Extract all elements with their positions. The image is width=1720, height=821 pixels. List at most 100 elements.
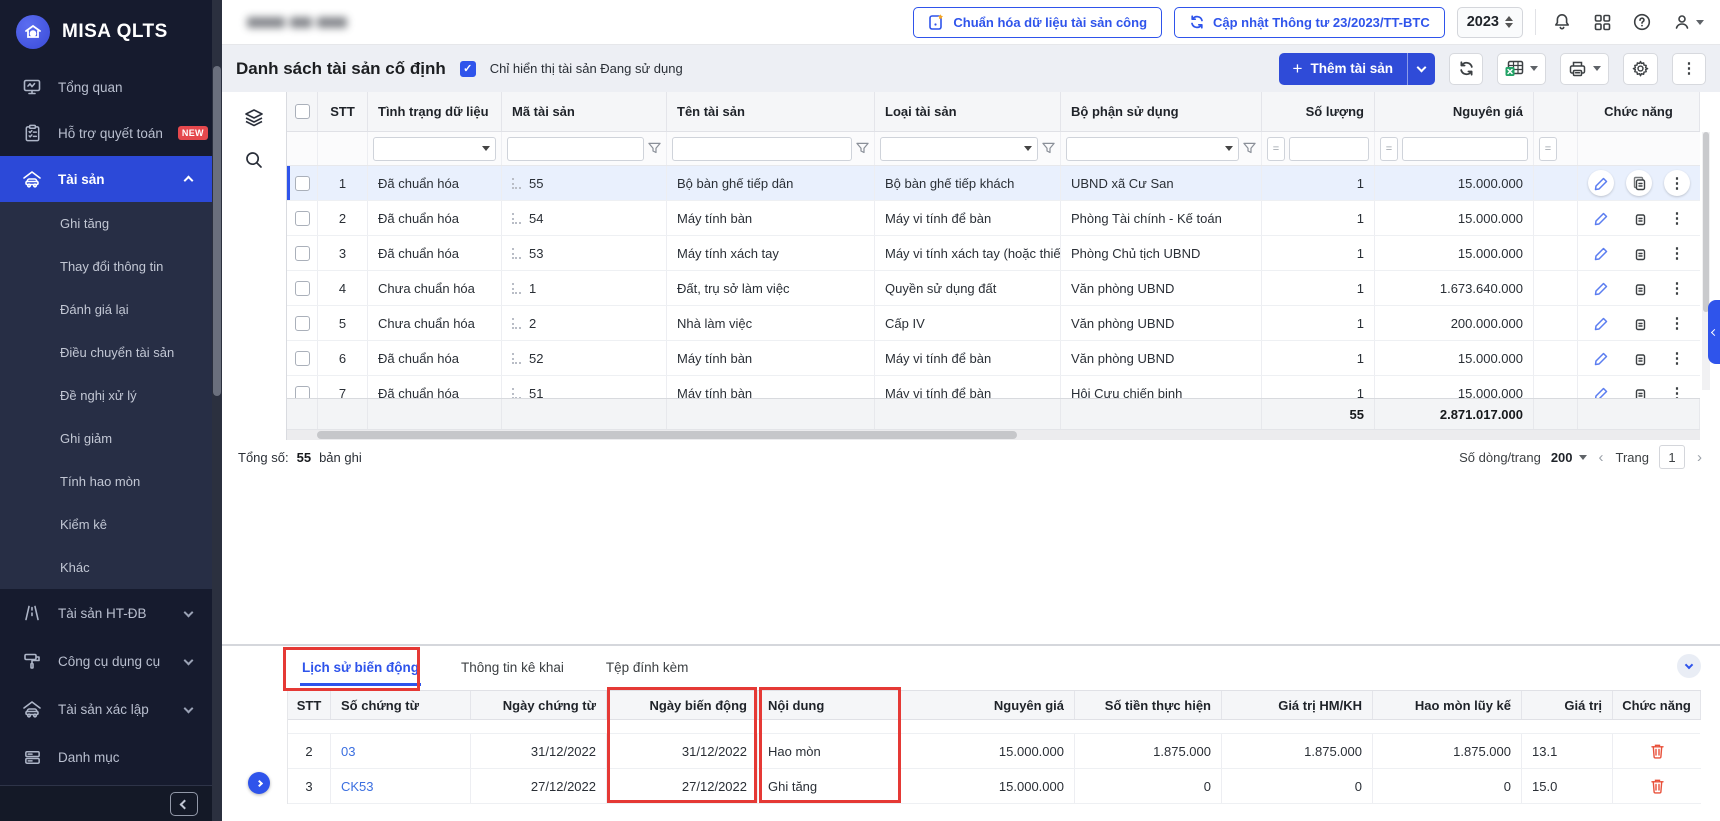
table-row[interactable]: 2 Đã chuẩn hóa 54 Máy tính bàn Máy vi tí… bbox=[287, 201, 1700, 236]
edit-button[interactable] bbox=[1588, 310, 1614, 336]
filter-dept-select[interactable] bbox=[1066, 137, 1239, 161]
duplicate-button[interactable] bbox=[1626, 240, 1652, 266]
notifications-button[interactable] bbox=[1548, 8, 1576, 36]
filter-name-input[interactable] bbox=[672, 137, 852, 161]
equals-operator[interactable]: = bbox=[1380, 137, 1398, 161]
sidebar-collapse-button[interactable] bbox=[170, 792, 198, 816]
col-cost[interactable]: Nguyên giá bbox=[1375, 92, 1534, 131]
settings-button[interactable] bbox=[1623, 53, 1658, 85]
add-asset-button[interactable]: +Thêm tài sản bbox=[1279, 53, 1435, 85]
document-link[interactable]: 03 bbox=[341, 744, 355, 759]
equals-operator[interactable]: = bbox=[1267, 137, 1285, 161]
row-checkbox[interactable] bbox=[287, 201, 318, 235]
table-row[interactable]: 7 Đã chuẩn hóa 51 Máy tính bàn Máy vi tí… bbox=[287, 376, 1700, 398]
table-row[interactable]: 5 Chưa chuẩn hóa 2 Nhà làm việc Cấp IV V… bbox=[287, 306, 1700, 341]
apps-button[interactable] bbox=[1588, 8, 1616, 36]
funnel-icon[interactable] bbox=[856, 142, 869, 155]
sidebar-scrollbar[interactable] bbox=[212, 0, 222, 821]
table-row[interactable]: 1 Đã chuẩn hóa 55 Bộ bàn ghế tiếp dân Bộ… bbox=[287, 166, 1700, 201]
side-panel-handle[interactable] bbox=[1708, 300, 1720, 364]
submenu-item-khac[interactable]: Khác bbox=[0, 546, 212, 589]
sidebar-item-danh-muc[interactable]: Danh mục bbox=[0, 733, 212, 781]
row-checkbox[interactable] bbox=[287, 376, 318, 398]
edit-button[interactable] bbox=[1588, 170, 1614, 196]
submenu-item-ghi-giam[interactable]: Ghi giảm bbox=[0, 417, 212, 460]
submenu-item-de-nghi-xu-ly[interactable]: Đề nghị xử lý bbox=[0, 374, 212, 417]
equals-operator[interactable]: = bbox=[1539, 137, 1557, 161]
select-all-checkbox[interactable] bbox=[287, 92, 318, 131]
row-menu-button[interactable]: ⋮ bbox=[1664, 345, 1690, 371]
col-type[interactable]: Loại tài sản bbox=[875, 92, 1061, 131]
sidebar-item-ho-tro-quyet-toan[interactable]: Hỗ trợ quyết toán NEW bbox=[0, 110, 212, 156]
funnel-icon[interactable] bbox=[1042, 142, 1055, 155]
next-page-button[interactable]: › bbox=[1695, 449, 1704, 466]
document-link[interactable]: CK53 bbox=[341, 779, 374, 794]
row-checkbox[interactable] bbox=[287, 166, 318, 200]
sidebar-item-tai-san[interactable]: Tài sản bbox=[0, 156, 212, 202]
col-dept[interactable]: Bộ phận sử dụng bbox=[1061, 92, 1262, 131]
col-qty[interactable]: Số lượng bbox=[1262, 92, 1375, 131]
per-page-select[interactable]: 200 bbox=[1551, 450, 1587, 465]
submenu-item-ghi-tang[interactable]: Ghi tăng bbox=[0, 202, 212, 245]
prev-page-button[interactable]: ‹ bbox=[1597, 449, 1606, 466]
filter-code-input[interactable] bbox=[507, 137, 644, 161]
grid-search-button[interactable] bbox=[240, 146, 268, 174]
update-circular-button[interactable]: Cập nhật Thông tư 23/2023/TT-BTC bbox=[1174, 7, 1445, 38]
row-menu-button[interactable]: ⋮ bbox=[1664, 310, 1690, 336]
tab-thong-tin-ke-khai[interactable]: Thông tin kê khai bbox=[459, 649, 566, 686]
sidebar-item-tai-san-ht-db[interactable]: Tài sản HT-ĐB bbox=[0, 589, 212, 637]
col-name[interactable]: Tên tài sản bbox=[667, 92, 875, 131]
delete-button[interactable] bbox=[1650, 743, 1665, 759]
table-row[interactable]: 4 Chưa chuẩn hóa 1 Đất, trụ sở làm việc … bbox=[287, 271, 1700, 306]
edit-button[interactable] bbox=[1588, 275, 1614, 301]
normalize-data-button[interactable]: Chuẩn hóa dữ liệu tài sản công bbox=[913, 7, 1162, 38]
col-code[interactable]: Mã tài sản bbox=[502, 92, 667, 131]
edit-button[interactable] bbox=[1588, 345, 1614, 371]
duplicate-button[interactable] bbox=[1626, 345, 1652, 371]
sidebar-item-tai-san-xac-lap[interactable]: Tài sản xác lập bbox=[0, 685, 212, 733]
horizontal-scrollbar[interactable] bbox=[287, 430, 1700, 440]
submenu-item-tinh-hao-mon[interactable]: Tính hao mòn bbox=[0, 460, 212, 503]
row-checkbox[interactable] bbox=[287, 271, 318, 305]
refresh-button[interactable] bbox=[1449, 53, 1483, 85]
duplicate-button[interactable] bbox=[1626, 170, 1652, 196]
layout-layers-button[interactable] bbox=[240, 104, 268, 132]
submenu-item-kiem-ke[interactable]: Kiểm kê bbox=[0, 503, 212, 546]
row-checkbox[interactable] bbox=[287, 341, 318, 375]
table-row[interactable]: 6 Đã chuẩn hóa 52 Máy tính bàn Máy vi tí… bbox=[287, 341, 1700, 376]
row-menu-button[interactable]: ⋮ bbox=[1664, 380, 1690, 398]
help-button[interactable] bbox=[1628, 8, 1656, 36]
submenu-item-dieu-chuyen-tai-san[interactable]: Điều chuyển tài sản bbox=[0, 331, 212, 374]
row-menu-button[interactable]: ⋮ bbox=[1664, 240, 1690, 266]
history-row[interactable]: 3 CK53 27/12/2022 27/12/2022 Ghi tăng 15… bbox=[288, 769, 1701, 804]
col-stt[interactable]: STT bbox=[318, 92, 368, 131]
filter-status-select[interactable] bbox=[373, 137, 496, 161]
row-menu-button[interactable]: ⋮ bbox=[1664, 275, 1690, 301]
funnel-icon[interactable] bbox=[1243, 142, 1256, 155]
row-checkbox[interactable] bbox=[287, 306, 318, 340]
edit-button[interactable] bbox=[1588, 380, 1614, 398]
row-menu-button[interactable]: ⋮ bbox=[1664, 205, 1690, 231]
only-in-use-checkbox[interactable]: ✓ bbox=[460, 61, 476, 77]
funnel-icon[interactable] bbox=[648, 142, 661, 155]
submenu-item-thay-doi-thong-tin[interactable]: Thay đổi thông tin bbox=[0, 245, 212, 288]
filter-qty-input[interactable] bbox=[1289, 137, 1369, 161]
sidebar-item-tong-quan[interactable]: Tổng quan bbox=[0, 64, 212, 110]
duplicate-button[interactable] bbox=[1626, 380, 1652, 398]
delete-button[interactable] bbox=[1650, 778, 1665, 794]
tab-lich-su-bien-dong[interactable]: Lịch sử biến động bbox=[300, 649, 421, 686]
more-options-button[interactable]: ⋮ bbox=[1672, 53, 1706, 85]
year-select[interactable]: 2023 bbox=[1457, 7, 1523, 38]
table-row[interactable]: 3 Đã chuẩn hóa 53 Máy tính xách tay Máy … bbox=[287, 236, 1700, 271]
row-menu-button[interactable]: ⋮ bbox=[1664, 170, 1690, 196]
duplicate-button[interactable] bbox=[1626, 310, 1652, 336]
duplicate-button[interactable] bbox=[1626, 275, 1652, 301]
duplicate-button[interactable] bbox=[1626, 205, 1652, 231]
row-checkbox[interactable] bbox=[287, 236, 318, 270]
edit-button[interactable] bbox=[1588, 240, 1614, 266]
col-status[interactable]: Tình trạng dữ liệu bbox=[368, 92, 502, 131]
print-button[interactable] bbox=[1560, 53, 1609, 85]
expand-panel-button[interactable] bbox=[248, 772, 270, 794]
filter-type-select[interactable] bbox=[880, 137, 1038, 161]
edit-button[interactable] bbox=[1588, 205, 1614, 231]
